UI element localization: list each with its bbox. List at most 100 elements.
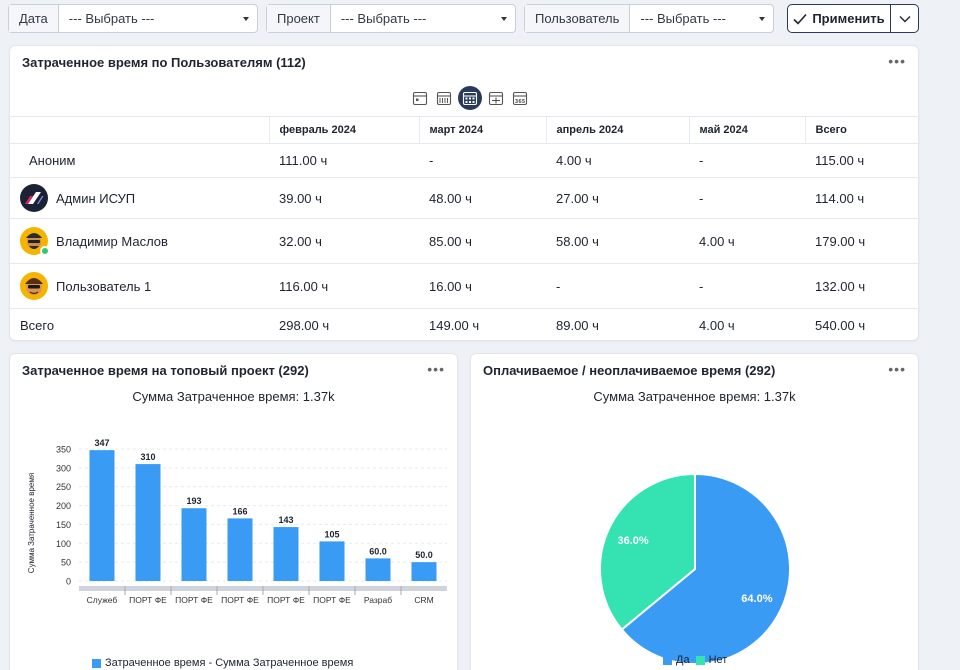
user-name: Админ ИСУП — [56, 190, 136, 206]
date-select-value: --- Выбрать --- — [68, 11, 155, 26]
y-tick-label: 100 — [56, 539, 71, 549]
table-cell: 89.00 ч — [556, 318, 599, 334]
table-cell: 115.00 ч — [805, 143, 918, 178]
table-header-row: февраль 2024 март 2024 апрель 2024 май 2… — [10, 116, 918, 144]
table-cell: 4.00 ч — [689, 218, 805, 264]
card-title: Оплачиваемое / неоплачиваемое время (292… — [483, 363, 776, 378]
bar-value-label: 105 — [324, 529, 339, 539]
table-cell: 32.00 ч — [269, 218, 419, 264]
table-row: Владимир Маслов 32.00 ч 85.00 ч 58.00 ч … — [10, 218, 918, 264]
chevron-down-icon — [899, 15, 910, 22]
user-select[interactable]: --- Выбрать --- — [630, 5, 773, 32]
check-icon — [793, 13, 807, 25]
y-axis-label: Сумма Затраченное время — [27, 473, 36, 573]
avatar — [20, 272, 48, 300]
column-header: февраль 2024 — [268, 116, 419, 144]
more-menu-icon[interactable]: ••• — [888, 361, 906, 377]
month-calendar-icon[interactable] — [458, 86, 482, 110]
caret-down-icon — [759, 17, 765, 21]
table-cell: - — [546, 263, 689, 309]
table-cell: 149.00 ч — [429, 318, 480, 334]
table-cell: 16.00 ч — [419, 263, 546, 309]
table-row: Пользователь 1 116.00 ч 16.00 ч - - 132.… — [10, 263, 918, 309]
more-menu-icon[interactable]: ••• — [888, 53, 906, 69]
caret-down-icon — [243, 17, 249, 21]
card-title: Затраченное время на топовый проект (292… — [22, 363, 309, 378]
y-tick-label: 150 — [56, 520, 71, 530]
total-label: Всего — [20, 318, 55, 334]
bar-value-label: 193 — [186, 496, 201, 506]
x-tick-label: ПОРТ ФЕ — [175, 595, 213, 605]
bar — [273, 527, 299, 581]
x-tick-label: ПОРТ ФЕ — [313, 595, 351, 605]
user-name: Владимир Маслов — [56, 233, 168, 249]
users-time-table: февраль 2024 март 2024 апрель 2024 май 2… — [10, 116, 918, 343]
date-filter-label: Дата — [9, 5, 59, 32]
legend-label[interactable]: Нет — [709, 654, 728, 666]
bar — [89, 450, 115, 581]
bar — [181, 508, 207, 581]
user-cell: Админ ИСУП — [10, 177, 269, 219]
project-filter-label: Проект — [267, 5, 331, 32]
x-tick-label: ПОРТ ФЕ — [267, 595, 305, 605]
bar — [411, 562, 437, 581]
table-cell: 48.00 ч — [419, 177, 546, 219]
x-tick-label: Служеб — [87, 595, 118, 605]
table-cell: - — [689, 143, 805, 178]
table-cell: - — [689, 263, 805, 309]
apply-dropdown-button[interactable] — [891, 4, 919, 33]
pie-chart: 64.0% 36.0% — [599, 472, 791, 664]
table-total-row: Всего 298.00 ч 149.00 ч 89.00 ч 4.00 ч 5… — [10, 309, 918, 343]
week-calendar-icon[interactable] — [434, 88, 454, 108]
legend-swatch — [695, 655, 705, 665]
project-select[interactable]: --- Выбрать --- — [331, 5, 515, 32]
bar-value-label: 50.0 — [415, 550, 433, 560]
table-cell: 116.00 ч — [269, 263, 419, 309]
chart-legend: Да Нет — [663, 654, 727, 666]
x-tick-label: Разраб — [364, 595, 392, 605]
chart-legend[interactable]: Затраченное время - Сумма Затраченное вр… — [92, 657, 353, 669]
x-tick-label: ПОРТ ФЕ — [221, 595, 259, 605]
bar — [135, 464, 161, 581]
chart-subtitle: Сумма Затраченное время: 1.37k — [593, 389, 796, 404]
more-menu-icon[interactable]: ••• — [427, 361, 445, 377]
table-cell: 27.00 ч — [546, 177, 689, 219]
top-project-card: Затраченное время на топовый проект (292… — [9, 353, 458, 670]
legend-swatch — [663, 655, 672, 665]
y-tick-label: 250 — [56, 482, 71, 492]
column-header — [10, 116, 269, 144]
bar — [319, 541, 345, 581]
table-cell: - — [419, 143, 546, 178]
date-select[interactable]: --- Выбрать --- — [59, 5, 257, 32]
quarter-calendar-icon[interactable] — [486, 88, 506, 108]
x-tick-label: CRM — [414, 595, 433, 605]
user-filter-label: Пользователь — [525, 5, 631, 32]
table-cell: 39.00 ч — [269, 177, 419, 219]
table-cell: 298.00 ч — [279, 318, 330, 334]
table-cell: 179.00 ч — [805, 218, 918, 264]
y-tick-label: 350 — [56, 445, 71, 455]
table-cell: 4.00 ч — [546, 143, 689, 178]
apply-control: Применить — [787, 4, 919, 33]
users-time-card: Затраченное время по Пользователям (112)… — [9, 45, 919, 341]
legend-label[interactable]: Да — [676, 654, 690, 666]
online-status-icon — [40, 246, 50, 256]
admin-logo-icon — [25, 192, 44, 204]
card-title: Затраченное время по Пользователям (112) — [22, 55, 306, 70]
user-select-value: --- Выбрать --- — [640, 11, 726, 26]
bar-chart: 0 50 100 150 200 250 300 350 347 Служеб 310 ПОРТ ФЕ… — [27, 438, 447, 605]
day-calendar-icon[interactable] — [410, 88, 430, 108]
apply-button-label: Применить — [812, 11, 885, 26]
column-header: март 2024 — [418, 116, 546, 144]
table-row: Аноним 111.00 ч - 4.00 ч - 115.00 ч — [10, 143, 918, 178]
x-tick-label: ПОРТ ФЕ — [129, 595, 167, 605]
avatar — [20, 227, 50, 256]
avatar — [20, 184, 48, 212]
bar-value-label: 310 — [140, 452, 155, 462]
year-calendar-icon[interactable]: 365 — [510, 88, 530, 108]
legend-label: Затраченное время - Сумма Затраченное вр… — [105, 657, 354, 669]
table-cell: - — [689, 177, 805, 219]
table-cell: 540.00 ч — [815, 318, 866, 334]
bar-value-label: 143 — [278, 515, 293, 525]
apply-button[interactable]: Применить — [787, 4, 891, 33]
